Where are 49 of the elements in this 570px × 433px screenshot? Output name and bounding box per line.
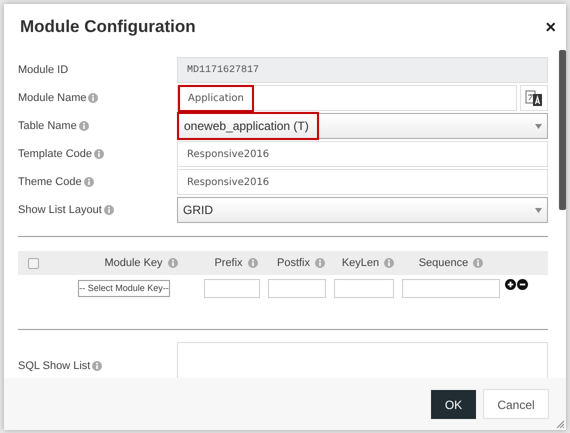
column-header: KeyLen	[342, 256, 380, 271]
column-header: Prefix	[214, 256, 243, 271]
field-label: SQL Show List	[18, 359, 90, 374]
info-icon[interactable]	[78, 121, 89, 131]
input-field[interactable]	[268, 279, 326, 298]
info-icon[interactable]	[248, 258, 258, 268]
info-icon[interactable]	[473, 258, 484, 268]
input-field[interactable]	[204, 279, 260, 298]
highlighted-value: Application	[178, 84, 254, 112]
input-field[interactable]	[334, 279, 394, 298]
info-icon[interactable]	[84, 177, 94, 187]
column-header: Sequence	[418, 256, 468, 271]
close-button[interactable]: ×	[545, 18, 556, 36]
info-icon[interactable]	[88, 93, 98, 103]
checkbox[interactable]	[28, 258, 39, 268]
dropdown-caret-icon	[535, 208, 542, 212]
scrollbar-thumb[interactable]	[559, 50, 566, 210]
field-label: Table Name	[18, 118, 77, 134]
dropdown-caret-icon	[535, 124, 542, 128]
info-icon[interactable]	[384, 258, 394, 268]
readonly-field: MD1171627817	[177, 57, 548, 83]
column-header: Postfix	[276, 256, 310, 271]
dialog-title: Module Configuration	[20, 16, 196, 38]
cancel-button[interactable]: Cancel	[483, 389, 549, 419]
dropdown[interactable]: GRID	[177, 197, 548, 223]
info-icon[interactable]	[168, 258, 178, 268]
info-icon[interactable]	[92, 361, 102, 372]
field-label: Module Name	[18, 90, 86, 106]
input-field[interactable]	[402, 279, 500, 298]
field-label: Module ID	[18, 62, 68, 78]
field-label: Theme Code	[18, 174, 82, 190]
field-label: Show List Layout	[18, 202, 102, 218]
dropdown[interactable]: oneweb_application (T)	[177, 113, 548, 139]
highlighted-value: oneweb_application (T)	[177, 112, 319, 140]
add-icon[interactable]	[505, 279, 516, 290]
column-header: Module Key	[104, 256, 163, 271]
translate-icon	[525, 89, 543, 107]
field-label: Template Code	[18, 146, 92, 162]
input-field[interactable]: Responsive2016	[177, 169, 548, 195]
info-icon[interactable]	[315, 258, 325, 268]
input-field[interactable]: Responsive2016	[177, 141, 548, 167]
ok-button[interactable]: OK	[431, 390, 476, 418]
module-key-dropdown[interactable]: -- Select Module Key--	[78, 280, 170, 297]
translate-button[interactable]	[520, 85, 548, 111]
info-icon[interactable]	[94, 149, 104, 159]
remove-icon[interactable]	[517, 279, 528, 290]
resize-grip-icon[interactable]	[556, 420, 564, 428]
info-icon[interactable]	[104, 205, 114, 215]
input-field[interactable]: Application	[177, 85, 517, 111]
